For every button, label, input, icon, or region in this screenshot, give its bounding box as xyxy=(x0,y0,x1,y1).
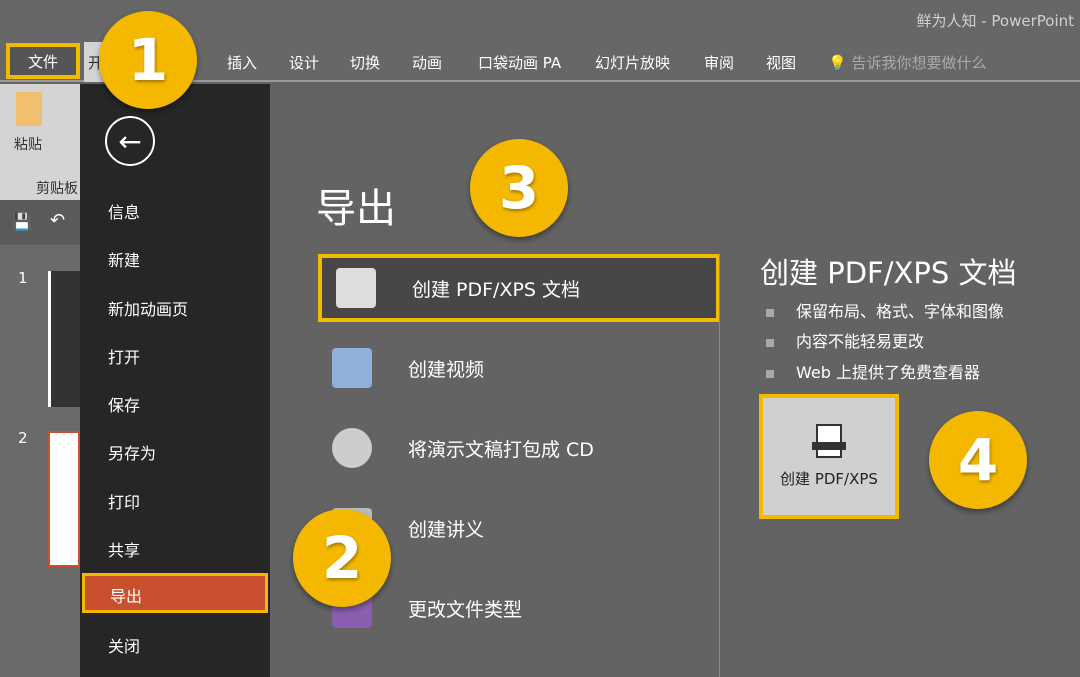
item-label: 更改文件类型 xyxy=(408,598,523,621)
tab-insert[interactable]: 插入 xyxy=(227,52,257,73)
menu-print[interactable]: 打印 xyxy=(80,479,270,519)
tab-transitions[interactable]: 切换 xyxy=(350,52,380,73)
slide-number: 1 xyxy=(18,269,28,287)
create-pdf-xps-button[interactable]: 创建 PDF/XPS xyxy=(759,394,899,519)
video-icon xyxy=(332,348,372,388)
window-title: 鲜为人知 - PowerPoint xyxy=(916,12,1074,30)
divider xyxy=(719,255,720,677)
menu-share[interactable]: 共享 xyxy=(80,527,270,567)
clipboard-label: 剪贴板 xyxy=(36,181,78,197)
menu-save-as[interactable]: 另存为 xyxy=(80,430,270,470)
slide-thumbnail[interactable] xyxy=(48,271,80,407)
pdf-document-icon xyxy=(336,268,376,308)
tell-me-text: 告诉我你想要做什么 xyxy=(851,54,987,72)
menu-export[interactable]: 导出 xyxy=(82,573,268,613)
step-badge-1: 1 xyxy=(99,11,197,109)
detail-bullet: 内容不能轻易更改 xyxy=(766,328,924,352)
menu-save[interactable]: 保存 xyxy=(80,382,270,422)
back-arrow-icon[interactable]: ← xyxy=(105,116,155,166)
menu-close[interactable]: 关闭 xyxy=(80,623,270,663)
detail-bullet: Web 上提供了免费查看器 xyxy=(766,359,980,383)
tab-view[interactable]: 视图 xyxy=(766,52,796,73)
menu-info[interactable]: 信息 xyxy=(80,189,270,229)
save-icon[interactable]: 💾 xyxy=(12,212,32,231)
paste-icon[interactable] xyxy=(16,92,42,126)
button-label: 创建 PDF/XPS xyxy=(780,470,878,488)
backstage-menu: ← 信息 新建 新加动画页 打开 保存 另存为 打印 共享 导出 关闭 xyxy=(80,84,270,677)
export-package-cd[interactable]: 将演示文稿打包成 CD xyxy=(318,414,720,482)
lightbulb-icon: 💡 xyxy=(828,54,847,72)
page-title: 导出 xyxy=(316,186,396,232)
item-label: 将演示文稿打包成 CD xyxy=(408,438,594,461)
tab-pocket-animation[interactable]: 口袋动画 PA xyxy=(478,52,561,73)
detail-title: 创建 PDF/XPS 文档 xyxy=(760,256,1017,290)
tab-animations[interactable]: 动画 xyxy=(412,52,442,73)
item-label: 创建 PDF/XPS 文档 xyxy=(412,278,581,301)
export-create-video[interactable]: 创建视频 xyxy=(318,334,720,402)
menu-new[interactable]: 新建 xyxy=(80,237,270,277)
tab-review[interactable]: 审阅 xyxy=(704,52,734,73)
menu-new-animation-page[interactable]: 新加动画页 xyxy=(80,286,270,326)
slide-number: 2 xyxy=(18,429,28,447)
slide-thumbnail[interactable] xyxy=(48,431,80,567)
paste-label[interactable]: 粘贴 xyxy=(14,134,42,154)
pdf-document-icon xyxy=(812,424,846,458)
tab-slideshow[interactable]: 幻灯片放映 xyxy=(595,52,670,73)
tab-file[interactable]: 文件 xyxy=(6,43,80,79)
item-label: 创建视频 xyxy=(408,358,485,381)
undo-icon[interactable]: ↶ xyxy=(50,210,65,231)
quick-access-toolbar: 💾 ↶ xyxy=(0,200,80,245)
cd-icon xyxy=(332,428,372,468)
step-badge-3: 3 xyxy=(470,139,568,237)
tab-design[interactable]: 设计 xyxy=(289,52,319,73)
export-create-pdf[interactable]: 创建 PDF/XPS 文档 xyxy=(318,254,720,322)
step-badge-4: 4 xyxy=(929,411,1027,509)
detail-bullet: 保留布局、格式、字体和图像 xyxy=(766,298,1004,322)
slide-thumbnails: 1 2 xyxy=(0,245,80,677)
item-label: 创建讲义 xyxy=(408,518,485,541)
ribbon-clipboard: 粘贴 剪贴板 xyxy=(0,84,80,200)
menu-open[interactable]: 打开 xyxy=(80,334,270,374)
step-badge-2: 2 xyxy=(293,509,391,607)
tell-me-search[interactable]: 💡 告诉我你想要做什么 xyxy=(828,52,986,73)
